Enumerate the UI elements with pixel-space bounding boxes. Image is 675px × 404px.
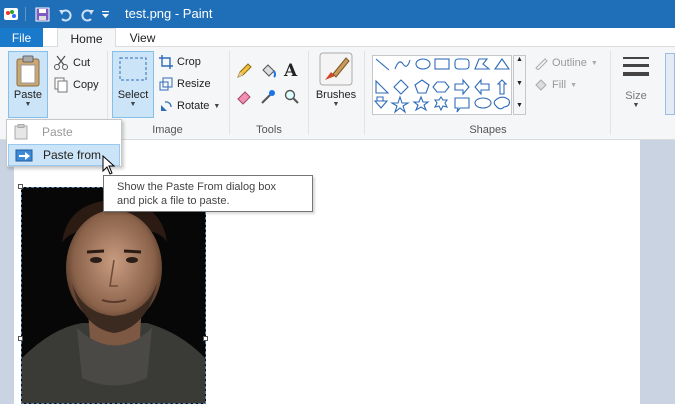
pencil-icon[interactable] xyxy=(236,63,254,81)
resize-label: Resize xyxy=(177,78,211,90)
tooltip-line-1: Show the Paste From dialog box xyxy=(117,181,276,193)
tab-home[interactable]: Home xyxy=(57,28,116,48)
outline-icon xyxy=(535,58,548,70)
brushes-label: Brushes xyxy=(315,89,357,101)
chevron-down-icon: ▼ xyxy=(632,102,640,109)
resize-handle[interactable] xyxy=(18,184,23,189)
crop-icon xyxy=(159,55,173,69)
group-divider xyxy=(364,51,365,135)
magnifier-icon[interactable] xyxy=(284,89,302,107)
expand-gallery-icon: ▼ xyxy=(516,102,523,109)
cut-button[interactable]: Cut xyxy=(53,54,90,72)
paste-label: Paste xyxy=(13,89,43,101)
pasted-photo[interactable] xyxy=(21,187,206,404)
crop-button[interactable]: Crop xyxy=(159,53,201,71)
outline-button[interactable]: Outline ▼ xyxy=(534,54,598,72)
eraser-icon[interactable] xyxy=(236,89,254,107)
save-icon[interactable] xyxy=(33,4,51,24)
portrait-image xyxy=(22,188,205,403)
copy-button[interactable]: Copy xyxy=(53,76,99,94)
rotate-icon xyxy=(161,101,172,111)
fill-label: Fill xyxy=(552,79,567,91)
chevron-down-icon: ▼ xyxy=(332,101,340,108)
tooltip: Show the Paste From dialog box and pick … xyxy=(103,175,313,212)
brush-icon xyxy=(319,52,353,86)
chevron-down-icon: ▼ xyxy=(213,102,221,110)
chevron-down-icon: ▼ xyxy=(129,101,137,108)
group-divider xyxy=(308,51,309,135)
menu-item-paste-from-label: Paste from xyxy=(43,148,102,162)
redo-icon[interactable] xyxy=(78,4,96,24)
vertical-scrollbar[interactable] xyxy=(660,140,675,404)
cut-label: Cut xyxy=(73,57,91,69)
customize-toolbar-icon[interactable] xyxy=(99,4,111,24)
color-picker-icon[interactable] xyxy=(260,89,278,107)
group-divider xyxy=(610,51,611,135)
window-title: test.png - Paint xyxy=(125,6,213,21)
chevron-up-icon: ▲ xyxy=(516,56,523,63)
paste-from-folder-icon xyxy=(15,149,33,162)
title-bar: test.png - Paint xyxy=(0,0,675,28)
paste-button[interactable]: Paste ▼ xyxy=(8,51,48,118)
fill-bucket-icon[interactable] xyxy=(260,63,278,81)
tab-view[interactable]: View xyxy=(118,28,167,48)
shapes-gallery[interactable] xyxy=(372,55,512,115)
tab-file[interactable]: File xyxy=(0,28,43,47)
outline-label: Outline xyxy=(552,57,587,69)
scissors-icon xyxy=(54,55,68,70)
copy-icon xyxy=(54,77,68,93)
group-divider xyxy=(229,51,230,135)
chevron-down-icon: ▼ xyxy=(516,80,523,87)
shapes-scroll[interactable]: ▲ ▼ ▼ xyxy=(513,55,526,115)
rotate-label: Rotate xyxy=(177,100,210,112)
ribbon-tab-strip: File Home View xyxy=(0,28,675,48)
resize-button[interactable]: Resize xyxy=(159,75,211,93)
shapes-grid-icon xyxy=(373,58,511,114)
shapes-group-label: Shapes xyxy=(469,124,507,136)
mouse-cursor-icon xyxy=(102,154,116,175)
resize-handle[interactable] xyxy=(203,336,208,341)
color1-swatch[interactable] xyxy=(665,53,675,115)
select-label: Select xyxy=(117,89,149,101)
brushes-button[interactable]: Brushes ▼ xyxy=(314,52,358,118)
select-button[interactable]: Select ▼ xyxy=(112,51,154,118)
select-rectangle-icon xyxy=(119,57,147,81)
fill-icon xyxy=(535,79,547,91)
size-button[interactable]: Size ▼ xyxy=(617,54,655,118)
tools-group-label: Tools xyxy=(256,124,282,136)
chevron-down-icon: ▼ xyxy=(24,101,32,108)
resize-icon xyxy=(159,77,173,91)
title-divider xyxy=(25,7,26,21)
fill-button[interactable]: Fill ▼ xyxy=(534,76,577,94)
copy-label: Copy xyxy=(73,79,99,91)
resize-handle[interactable] xyxy=(18,336,23,341)
tooltip-line-2: and pick a file to paste. xyxy=(117,195,230,207)
menu-item-paste[interactable]: Paste xyxy=(8,121,120,143)
chevron-down-icon: ▼ xyxy=(590,59,598,67)
line-size-icon xyxy=(623,57,649,76)
chevron-down-icon: ▼ xyxy=(570,81,577,89)
rotate-button[interactable]: Rotate ▼ xyxy=(159,97,220,115)
paint-app-icon[interactable] xyxy=(2,4,20,24)
undo-icon[interactable] xyxy=(56,4,74,24)
clipboard-icon xyxy=(16,55,40,87)
menu-item-paste-label: Paste xyxy=(42,125,73,139)
crop-label: Crop xyxy=(177,56,201,68)
text-icon[interactable]: A xyxy=(284,61,302,81)
image-group-label: Image xyxy=(152,124,183,136)
clipboard-icon xyxy=(14,124,28,140)
size-label: Size xyxy=(625,90,647,102)
